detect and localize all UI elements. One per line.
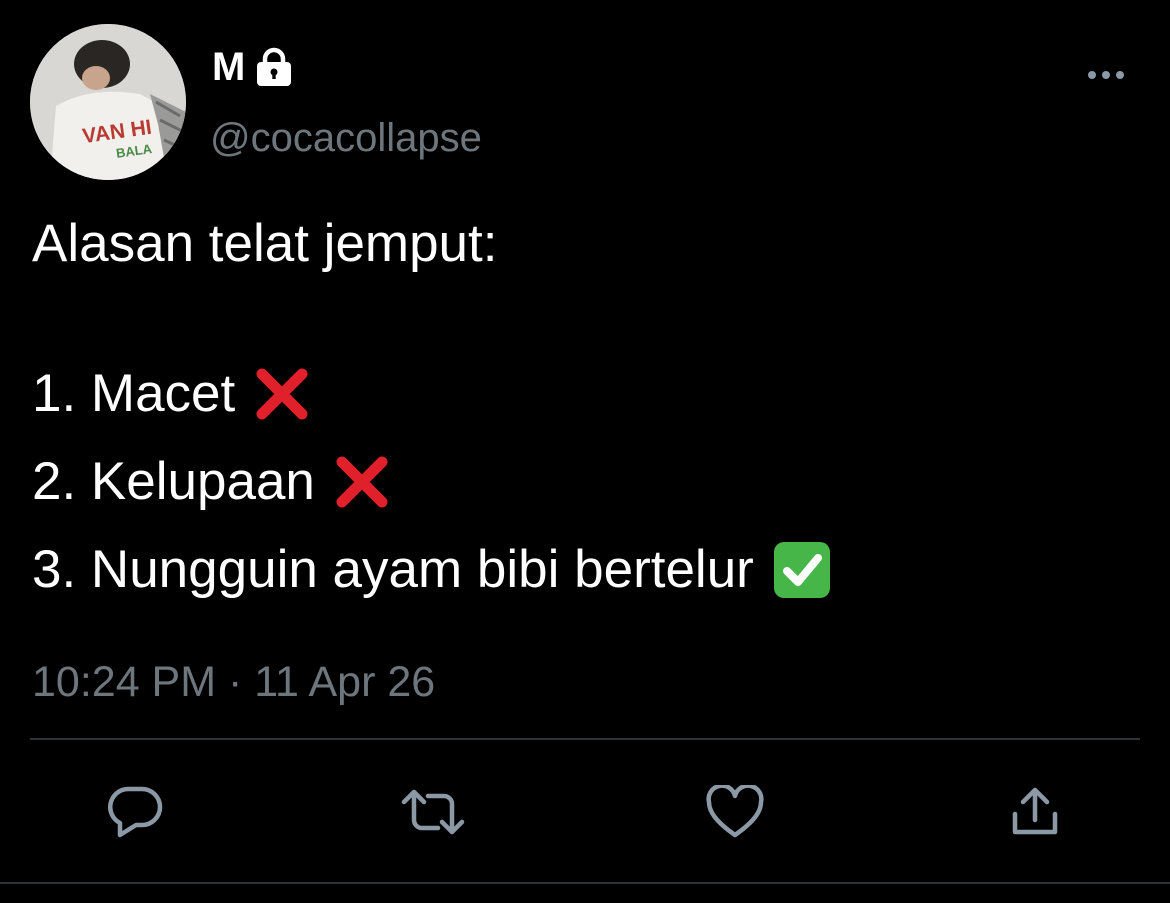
bottom-divider [0,882,1170,884]
author-handle[interactable]: @cocacollapse [210,112,482,164]
tweet-list-item-3-text: 3. Nungguin ayam bibi bertelur [32,540,754,599]
tweet-list-item-1-text: 1. Macet [32,364,236,423]
cross-mark-icon [333,453,391,511]
tweet-list-item-2-text: 2. Kelupaan [32,452,315,511]
tweet-timestamp[interactable]: 10:24 PM · 11 Apr 26 [32,656,435,708]
author-display-name[interactable]: M [212,42,245,92]
tweet-line-intro: Alasan telat jemput: [32,214,497,274]
retweet-icon [400,786,466,843]
share-button[interactable] [1003,782,1067,846]
heart-icon [705,782,765,844]
tweet-list-item-3: 3. Nungguin ayam bibi bertelur [32,540,832,600]
avatar[interactable]: VAN HI BALA [30,24,186,180]
divider [30,738,1140,740]
reply-icon [106,785,164,844]
tweet-list-item-1: 1. Macet [32,364,311,424]
like-button[interactable] [703,782,767,846]
tweet: VAN HI BALA M @cocacollapse Alasan telat… [0,0,1170,903]
avatar-image: VAN HI BALA [30,24,186,180]
tweet-line-intro-text: Alasan telat jemput: [32,214,498,273]
lock-icon [253,47,295,87]
more-options-icon[interactable] [1084,60,1128,90]
share-icon [1007,784,1063,845]
author-name-row: M [212,42,295,92]
retweet-button[interactable] [401,782,465,846]
reply-button[interactable] [103,782,167,846]
cross-mark-icon [253,365,311,423]
check-mark-button-icon [772,540,832,600]
tweet-list-item-2: 2. Kelupaan [32,452,391,512]
